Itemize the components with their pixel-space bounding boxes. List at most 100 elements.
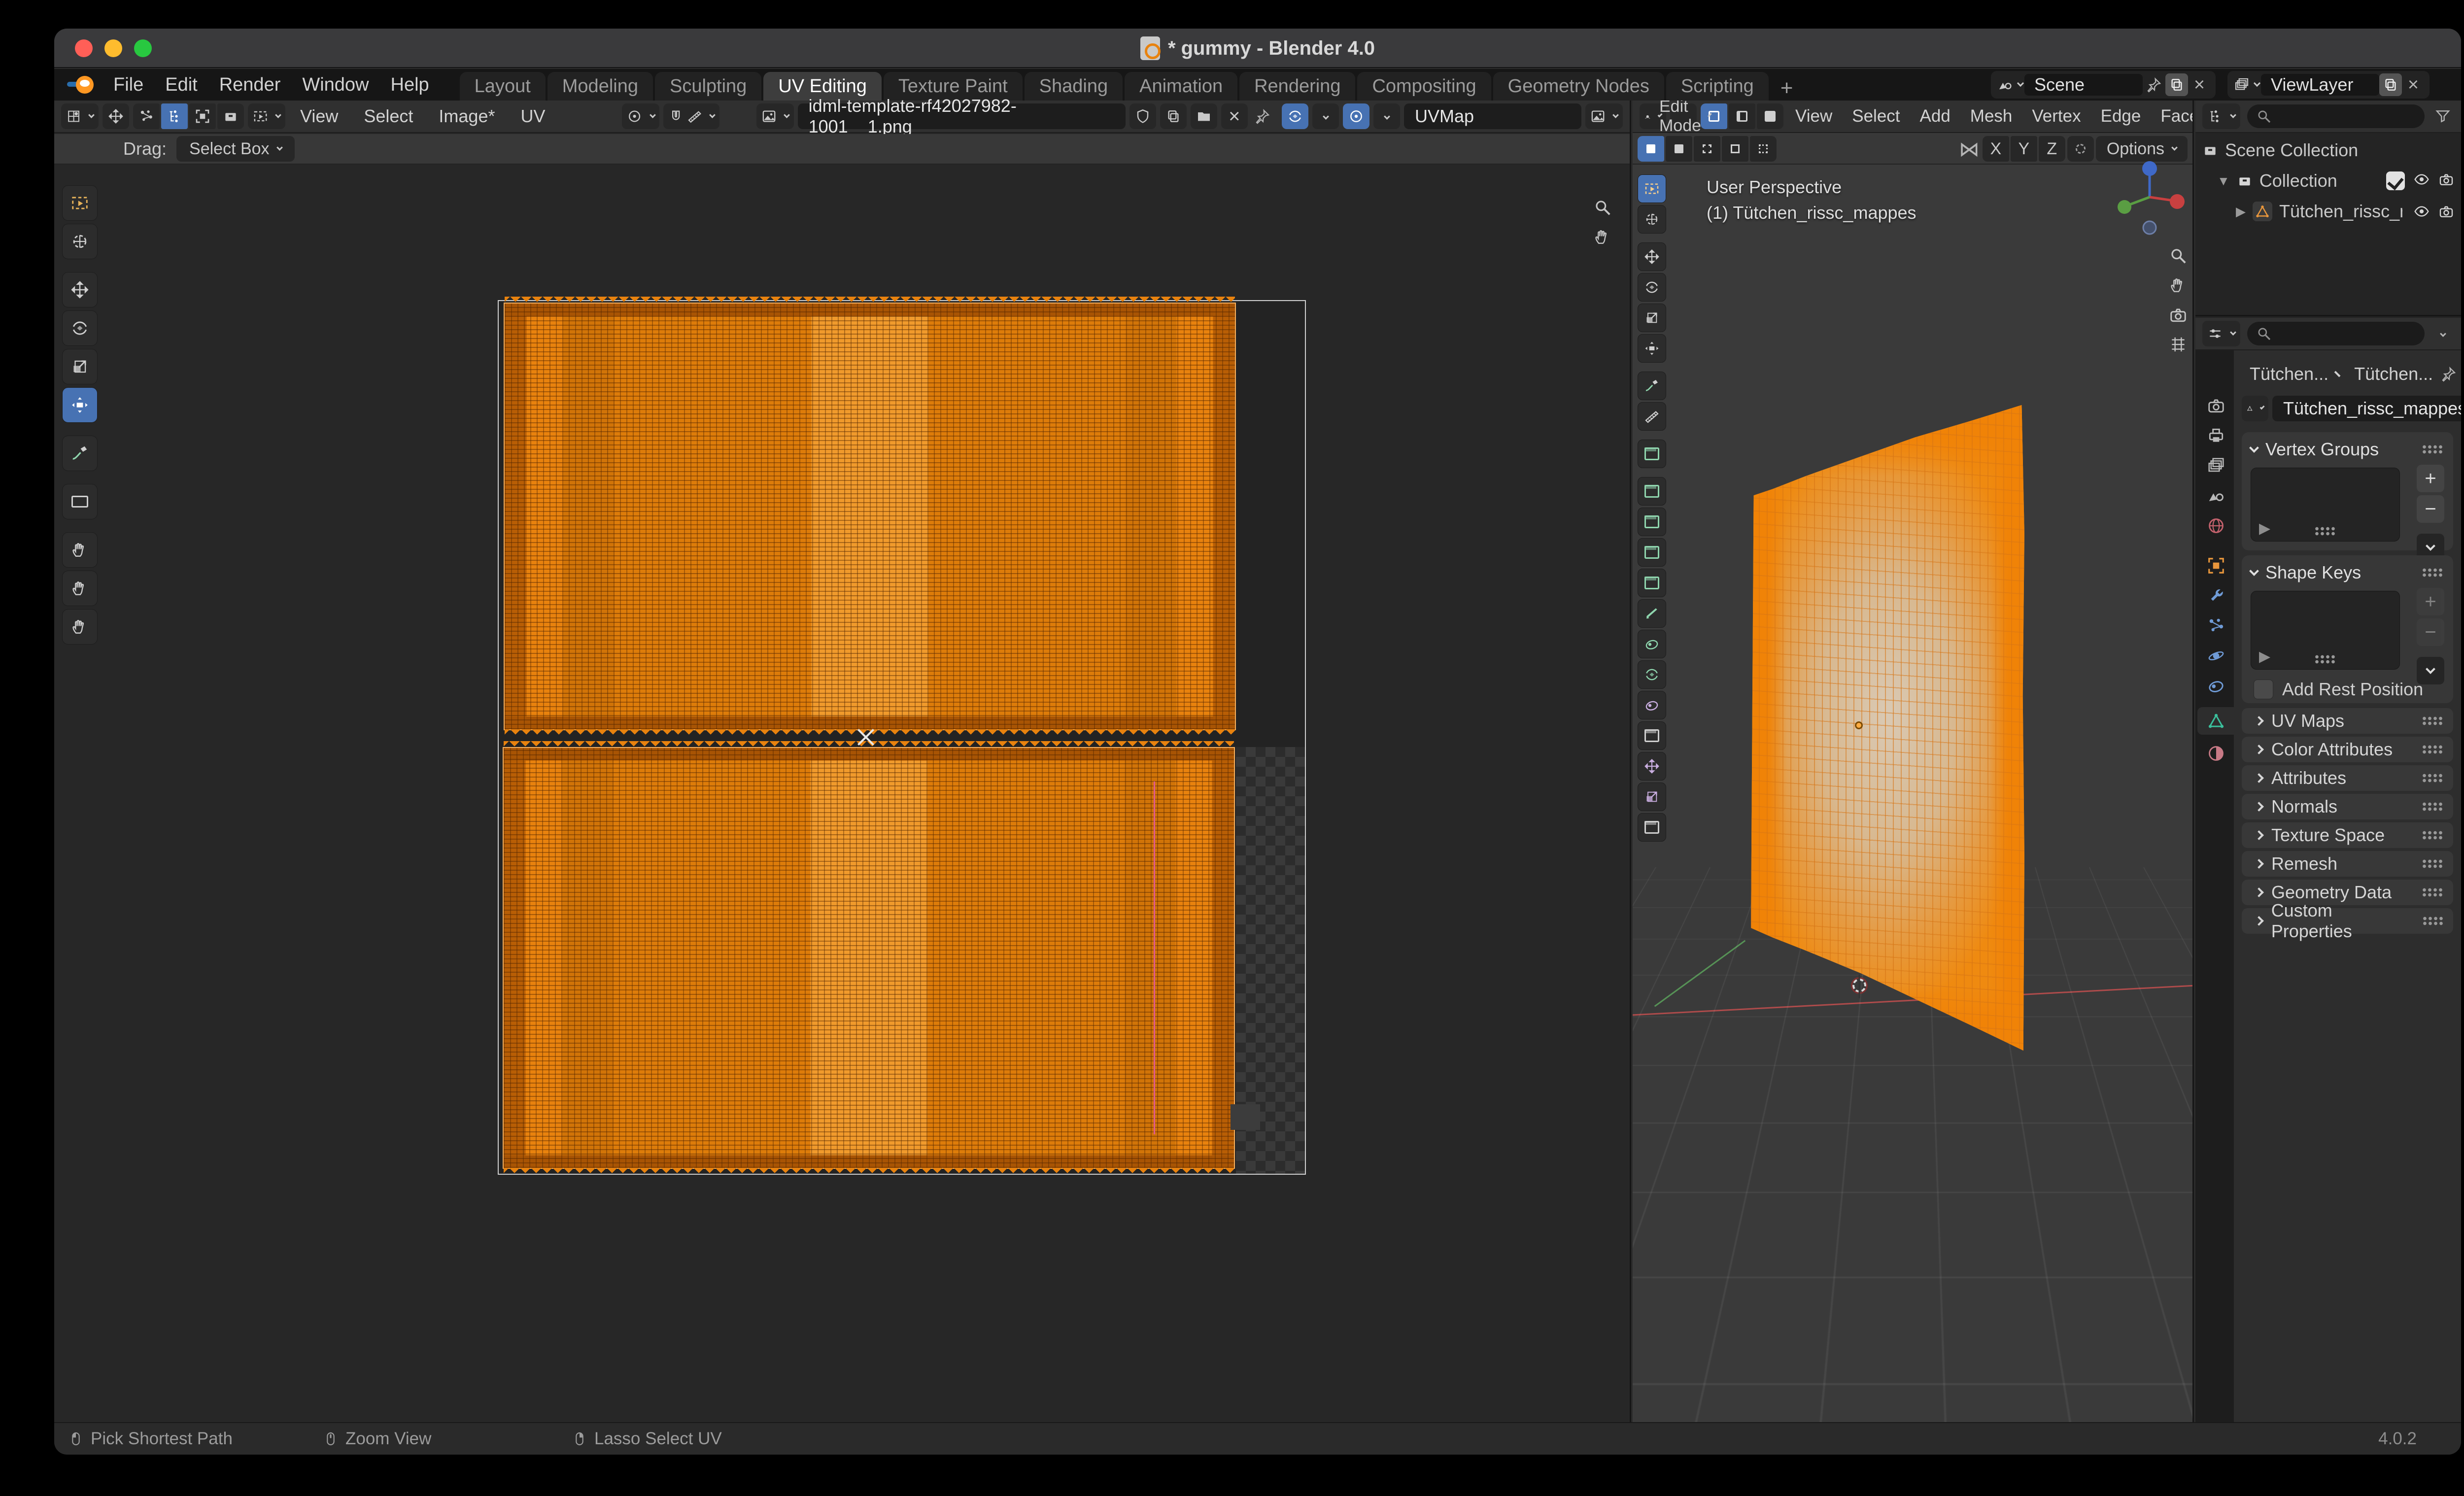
vertex-groups-list[interactable]: ▶ — [2251, 468, 2400, 542]
tab-sculpting[interactable]: Sculpting — [655, 72, 761, 101]
scene-name[interactable]: Scene — [2024, 74, 2143, 96]
tab-rendering[interactable]: Rendering — [1239, 72, 1355, 101]
unpack-image-button[interactable] — [1191, 103, 1217, 129]
tab-particles-icon[interactable] — [2198, 612, 2234, 640]
panel-attributes[interactable]: Attributes — [2242, 765, 2453, 791]
tool-transform-icon[interactable] — [62, 387, 98, 423]
uv-select-face-button[interactable] — [189, 103, 216, 129]
image-browse-dropdown[interactable] — [756, 103, 794, 129]
mirror-x-button[interactable]: X — [1983, 136, 2009, 162]
uv-select-edge-button[interactable] — [161, 103, 188, 129]
vp-menu-mesh[interactable]: Mesh — [1962, 101, 2020, 132]
breadcrumb-object[interactable]: Tütchen... — [2250, 364, 2328, 384]
remove-view-layer-button[interactable]: × — [2402, 73, 2425, 96]
camera-view-icon[interactable] — [2169, 306, 2188, 324]
list-expand-icon[interactable]: ▶ — [2259, 648, 2270, 665]
panel-uv-maps[interactable]: UV Maps — [2242, 708, 2453, 734]
properties-filter-icon[interactable] — [2431, 322, 2454, 345]
tool-rip-region-icon[interactable] — [62, 484, 98, 519]
tab-modifiers-icon[interactable] — [2198, 582, 2234, 610]
uv-map-field[interactable]: UVMap — [1404, 103, 1581, 129]
pan-hand-icon[interactable] — [1593, 228, 1612, 246]
vp-menu-edge[interactable]: Edge — [2093, 101, 2149, 132]
uv-menu-uv[interactable]: UV — [510, 101, 556, 132]
navigation-gizmo[interactable] — [2111, 159, 2188, 236]
list-resize-grip[interactable] — [2314, 526, 2337, 536]
vp-menu-add[interactable]: Add — [1912, 101, 1958, 132]
uv-menu-image[interactable]: Image* — [428, 101, 506, 132]
panel-grip[interactable] — [2422, 444, 2444, 454]
tab-material-icon[interactable] — [2198, 740, 2234, 767]
uv-select-island-button[interactable] — [217, 103, 244, 129]
tab-render-icon[interactable] — [2198, 392, 2234, 419]
uv-canvas[interactable] — [54, 166, 1630, 1422]
drag-mode-dropdown[interactable]: Select Box — [176, 136, 295, 162]
remove-vertex-group-button[interactable]: − — [2417, 495, 2444, 523]
tool-move-icon[interactable] — [62, 272, 98, 307]
tool-rotate-icon[interactable] — [1638, 273, 1666, 302]
tool-move-icon[interactable] — [1638, 242, 1666, 271]
expand-arrow-icon[interactable]: ▼ — [2217, 173, 2230, 189]
view-layer-name[interactable]: ViewLayer — [2261, 74, 2379, 96]
tab-object-data-icon[interactable] — [2198, 707, 2234, 735]
duplicate-image-button[interactable] — [1160, 103, 1187, 129]
blender-logo-icon[interactable] — [67, 75, 94, 95]
outliner-row-collection[interactable]: ▼ Collection — [2195, 166, 2461, 196]
mirror-z-button[interactable]: Z — [2039, 136, 2065, 162]
mirror-butterfly-icon[interactable]: ⋈ — [1958, 137, 1981, 160]
unlink-image-button[interactable]: × — [1221, 103, 1248, 129]
zoom-icon[interactable] — [2169, 246, 2188, 265]
snap-cage-icon[interactable] — [2067, 136, 2094, 162]
snap-target-dropdown[interactable] — [663, 103, 719, 129]
menu-edit[interactable]: Edit — [154, 69, 208, 101]
disable-render-camera-icon[interactable] — [2438, 204, 2454, 219]
uv-island-bottom[interactable] — [503, 747, 1235, 1169]
collection-checkbox[interactable] — [2386, 171, 2405, 190]
tool-transform-icon[interactable] — [1638, 334, 1666, 363]
panel-custom-properties[interactable]: Custom Properties — [2242, 908, 2453, 934]
display-channels-dropdown[interactable] — [1585, 103, 1623, 129]
proportional-editing-toggle[interactable] — [1343, 103, 1369, 129]
tab-compositing[interactable]: Compositing — [1357, 72, 1491, 101]
editor-type-properties-button[interactable] — [2202, 321, 2240, 346]
mesh-data-browse-dropdown[interactable] — [2242, 396, 2268, 421]
editor-type-uv-button[interactable] — [61, 103, 99, 129]
collapse-chevron-icon[interactable] — [2249, 443, 2259, 453]
tool-rip-region-icon[interactable] — [1638, 813, 1666, 842]
mode-dropdown[interactable]: Edit Mode — [1670, 103, 1697, 129]
vp-uvsel-1[interactable] — [1638, 136, 1664, 162]
select-mode-edge-button[interactable] — [1729, 103, 1755, 129]
tool-edge-slide-icon[interactable] — [1638, 721, 1666, 750]
collapse-chevron-icon[interactable] — [2249, 566, 2259, 576]
properties-search-input[interactable] — [2247, 322, 2425, 345]
collapse-arrow-icon[interactable]: ▶ — [2236, 204, 2246, 219]
tab-view-layer-icon[interactable] — [2198, 452, 2234, 479]
tool-shear-icon[interactable] — [1638, 782, 1666, 811]
tool-knife-icon[interactable] — [1638, 599, 1666, 628]
outliner-row-object[interactable]: ▶ Tütchen_rissc_mappe — [2195, 196, 2461, 227]
panel-remesh[interactable]: Remesh — [2242, 851, 2453, 877]
uv-island-top[interactable] — [504, 303, 1236, 730]
outliner-row-scene-collection[interactable]: Scene Collection — [2195, 135, 2461, 166]
shape-key-specials-dropdown[interactable] — [2417, 657, 2444, 684]
tool-extrude-region-icon[interactable] — [1638, 477, 1666, 506]
panel-normals[interactable]: Normals — [2242, 794, 2453, 819]
vp-uvsel-4[interactable] — [1722, 136, 1748, 162]
toggle-ortho-grid-icon[interactable] — [2169, 335, 2188, 354]
panel-texture-space[interactable]: Texture Space — [2242, 822, 2453, 848]
proportional-editing-dropdown[interactable] — [1373, 103, 1400, 129]
pan-hand-icon[interactable] — [2169, 276, 2188, 295]
tab-scripting[interactable]: Scripting — [1666, 72, 1769, 101]
vp-menu-select[interactable]: Select — [1844, 101, 1908, 132]
uv-menu-select[interactable]: Select — [353, 101, 424, 132]
hide-eye-icon[interactable] — [2414, 171, 2430, 187]
mirror-y-button[interactable]: Y — [2011, 136, 2037, 162]
tool-smooth-icon[interactable] — [1638, 691, 1666, 719]
shape-keys-list[interactable]: ▶ — [2251, 591, 2400, 670]
vertex-groups-title[interactable]: Vertex Groups — [2265, 439, 2379, 460]
shape-keys-title[interactable]: Shape Keys — [2265, 562, 2361, 583]
tool-relax-icon[interactable] — [62, 571, 98, 606]
menu-window[interactable]: Window — [291, 69, 379, 101]
tool-spin-icon[interactable] — [1638, 660, 1666, 689]
image-name-field[interactable]: idml-template-rf42027982-1001__1.png — [798, 103, 1126, 129]
